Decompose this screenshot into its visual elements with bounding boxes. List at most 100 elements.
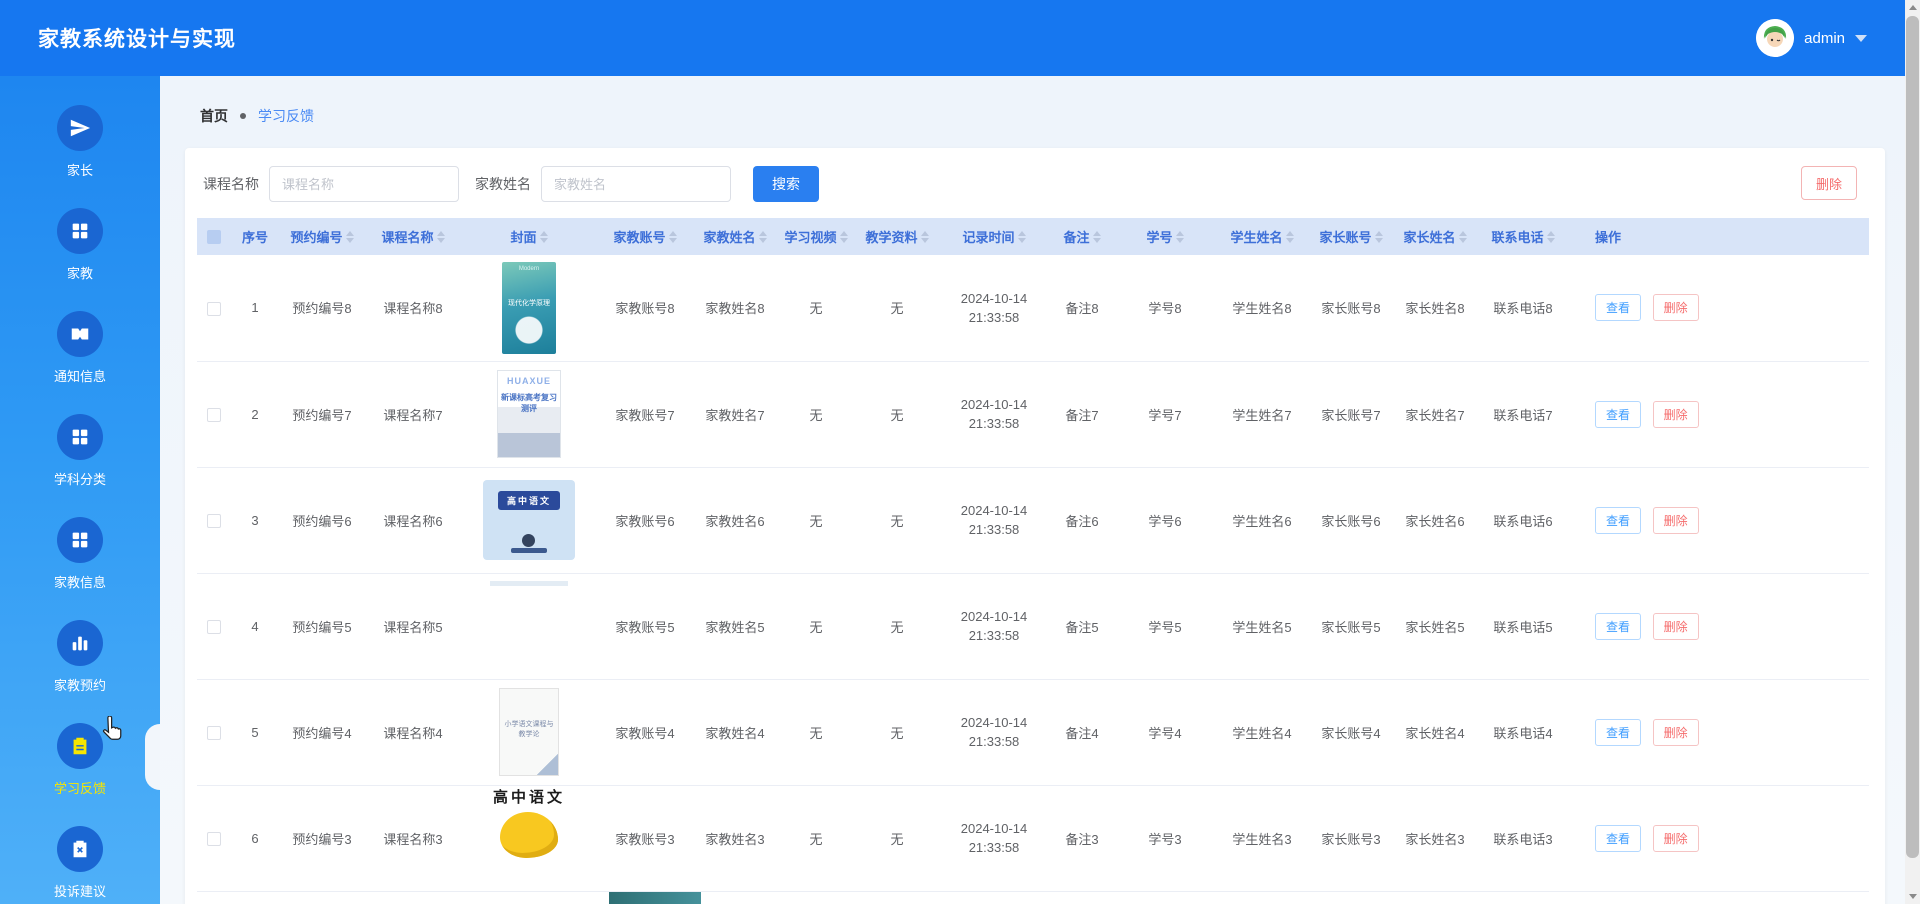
sort-icon[interactable]: [1459, 231, 1467, 243]
scroll-up-arrow[interactable]: [1905, 0, 1920, 15]
view-button[interactable]: 查看: [1595, 294, 1641, 321]
row-checkbox[interactable]: [207, 514, 221, 528]
cell-tutor-name: 家教姓名4: [693, 679, 777, 785]
sort-icon[interactable]: [1547, 231, 1555, 243]
sidebar-item-feedback[interactable]: 学习反馈: [0, 708, 160, 811]
main-content: 首页 学习反馈 课程名称 家教姓名 搜索 删除: [160, 76, 1905, 904]
cell-cover: 高中语文: [461, 785, 597, 891]
delete-row-button[interactable]: 删除: [1653, 613, 1699, 640]
view-button[interactable]: 查看: [1595, 719, 1641, 746]
cell-material: 无: [855, 467, 939, 573]
cell-tutor-name: 家教姓名8: [693, 255, 777, 361]
cell-parent-name: 家长姓名8: [1393, 255, 1477, 361]
cell-course-name: 课程名称6: [365, 467, 461, 573]
sort-icon[interactable]: [1375, 231, 1383, 243]
active-item-notch: [145, 724, 160, 790]
cell-parent-account: 家长账号4: [1309, 679, 1393, 785]
chevron-down-icon[interactable]: [1855, 35, 1867, 42]
sort-icon[interactable]: [540, 231, 548, 243]
cell-remark: 备注8: [1049, 255, 1115, 361]
cell-index: 2: [231, 361, 279, 467]
cell-parent-account: 家长账号5: [1309, 573, 1393, 679]
scrollbar-thumb[interactable]: [1906, 16, 1919, 858]
sidebar-item-subjects[interactable]: 学科分类: [0, 399, 160, 502]
cell-index: 6: [231, 785, 279, 891]
sort-icon[interactable]: [437, 231, 445, 243]
view-button[interactable]: 查看: [1595, 613, 1641, 640]
sort-icon[interactable]: [1286, 231, 1294, 243]
cover-illustration: [500, 812, 558, 858]
tutor-name-input[interactable]: [541, 166, 731, 202]
view-button[interactable]: 查看: [1595, 507, 1641, 534]
cell-student-no: 学号7: [1115, 361, 1215, 467]
scroll-down-arrow[interactable]: [1905, 889, 1920, 904]
sort-icon[interactable]: [921, 231, 929, 243]
sort-icon[interactable]: [840, 231, 848, 243]
delete-row-button[interactable]: 删除: [1653, 719, 1699, 746]
delete-row-button[interactable]: 删除: [1653, 401, 1699, 428]
tutor-name-label: 家教姓名: [475, 174, 531, 194]
cell-student-name: 学生姓名7: [1215, 361, 1309, 467]
breadcrumb-home[interactable]: 首页: [200, 106, 228, 126]
search-button[interactable]: 搜索: [753, 166, 819, 202]
row-checkbox[interactable]: [207, 302, 221, 316]
cell-tutor-name: 家教姓名5: [693, 573, 777, 679]
cell-index: 5: [231, 679, 279, 785]
delete-row-button[interactable]: 删除: [1653, 507, 1699, 534]
cell-material: 无: [855, 255, 939, 361]
course-cover-image: HUAXUE 新课标高考复习测评: [497, 370, 561, 458]
sidebar-item-tutor-info[interactable]: 家教信息: [0, 502, 160, 605]
grid-icon: [57, 208, 103, 254]
cell-phone: 联系电话6: [1477, 467, 1569, 573]
cell-phone: 联系电话5: [1477, 573, 1569, 679]
sidebar-item-bookings[interactable]: 家教预约: [0, 605, 160, 708]
grid-icon: [57, 517, 103, 563]
sort-icon[interactable]: [346, 231, 354, 243]
grid-icon: [57, 414, 103, 460]
cell-student-name: 学生姓名5: [1215, 573, 1309, 679]
cell-student-name: 学生姓名4: [1215, 679, 1309, 785]
cell-booking-no: 预约编号7: [279, 361, 365, 467]
sort-icon[interactable]: [669, 231, 677, 243]
cell-parent-account: 家长账号6: [1309, 467, 1393, 573]
sidebar-item-tutors[interactable]: 家教: [0, 193, 160, 296]
cell-student-no: 学号5: [1115, 573, 1215, 679]
batch-delete-button[interactable]: 删除: [1801, 166, 1857, 200]
row-checkbox[interactable]: [207, 726, 221, 740]
cell-cover: Modern 现代化学原理: [461, 255, 597, 361]
select-all-checkbox[interactable]: [207, 230, 221, 244]
delete-row-button[interactable]: 删除: [1653, 825, 1699, 852]
course-name-label: 课程名称: [203, 174, 259, 194]
vertical-scrollbar[interactable]: [1905, 0, 1920, 904]
cell-material: 无: [855, 573, 939, 679]
cell-record-time: 2024-10-14 21:33:58: [939, 679, 1049, 785]
user-menu[interactable]: admin: [1756, 19, 1867, 57]
page-title: 家教系统设计与实现: [38, 23, 236, 53]
cell-actions: 查看 删除: [1569, 573, 1869, 679]
sort-icon[interactable]: [759, 231, 767, 243]
cell-booking-no: 预约编号8: [279, 255, 365, 361]
row-checkbox[interactable]: [207, 620, 221, 634]
sidebar-item-notifications[interactable]: 通知信息: [0, 296, 160, 399]
cell-remark: 备注4: [1049, 679, 1115, 785]
view-button[interactable]: 查看: [1595, 401, 1641, 428]
course-cover-image: 小学语文课程与教学论: [499, 688, 559, 776]
cell-student-name: 学生姓名6: [1215, 467, 1309, 573]
course-cover-image: Modern 现代化学原理: [502, 262, 556, 354]
ticket-icon: [57, 311, 103, 357]
sort-icon[interactable]: [1176, 231, 1184, 243]
delete-row-button[interactable]: 删除: [1653, 294, 1699, 321]
row-checkbox[interactable]: [207, 832, 221, 846]
cell-parent-account: 家长账号3: [1309, 785, 1393, 891]
breadcrumb-current[interactable]: 学习反馈: [258, 106, 314, 126]
avatar[interactable]: [1756, 19, 1794, 57]
sort-icon[interactable]: [1018, 231, 1026, 243]
view-button[interactable]: 查看: [1595, 825, 1641, 852]
cell-cover: HUAXUE 新课标高考复习测评: [461, 361, 597, 467]
sidebar-item-complaints[interactable]: 投诉建议: [0, 811, 160, 904]
sort-icon[interactable]: [1093, 231, 1101, 243]
course-name-input[interactable]: [269, 166, 459, 202]
row-checkbox[interactable]: [207, 408, 221, 422]
sidebar-item-parents[interactable]: 家长: [0, 90, 160, 193]
cell-parent-name: 家长姓名5: [1393, 573, 1477, 679]
